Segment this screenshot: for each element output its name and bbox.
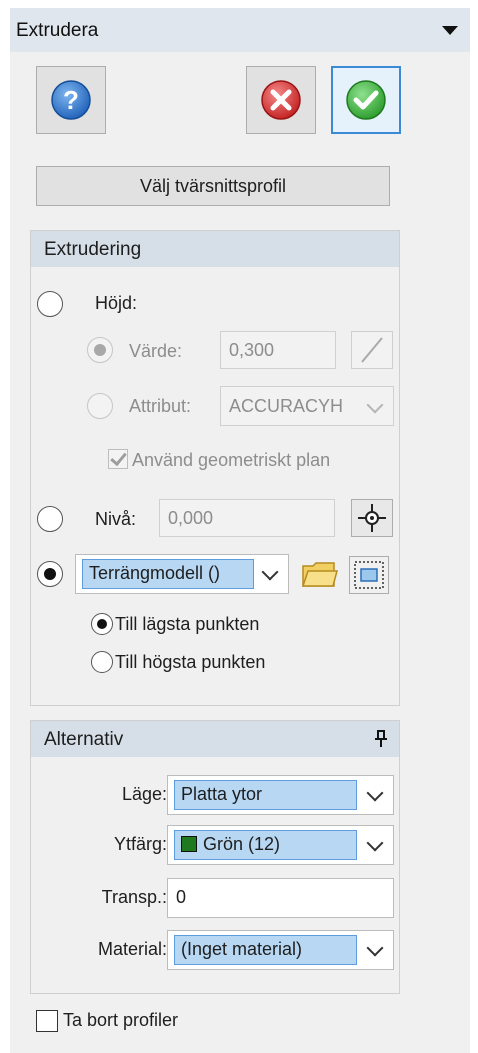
color-swatch [181, 836, 197, 852]
value-field[interactable]: 0,300 [220, 331, 336, 369]
help-icon: ? [51, 80, 91, 120]
terrain-model-value: Terrängmodell () [82, 559, 254, 589]
remove-profiles-label: Ta bort profiler [63, 1010, 179, 1030]
pick-height-button[interactable] [351, 331, 393, 369]
transp-field[interactable]: 0 [167, 878, 394, 918]
extrusion-group: Extrudering Höjd: Värde: 0,300 Attribut:… [30, 230, 400, 706]
cancel-icon [261, 80, 301, 120]
folder-icon [301, 562, 338, 587]
alternatives-header-label: Alternativ [44, 729, 124, 750]
line-measure-icon [361, 337, 383, 363]
surface-color-selection: Grön (12) [174, 830, 357, 860]
mode-combo[interactable]: Platta ytor [167, 775, 394, 815]
level-label: Nivå: [95, 509, 137, 529]
mode-value: Platta ytor [174, 780, 357, 810]
browse-terrain-button[interactable] [299, 556, 338, 592]
alternatives-header: Alternativ [31, 721, 399, 757]
highest-point-label: Till högsta punkten [115, 652, 266, 672]
ok-button[interactable] [331, 66, 401, 134]
extrude-panel: Extrudera ? Välj tvärsnittsprofil Extrud… [10, 8, 470, 1053]
lowest-point-label: Till lägsta punkten [115, 614, 260, 634]
attribute-combo[interactable]: ACCURACYH [220, 386, 394, 426]
extrusion-header-label: Extrudering [44, 239, 142, 260]
panel-title: Extrudera [16, 20, 99, 41]
terrain-radio[interactable] [37, 561, 63, 587]
material-label: Material: [97, 939, 167, 959]
use-plane-label: Använd geometriskt plan [132, 450, 331, 470]
material-combo[interactable]: (Inget material) [167, 930, 394, 970]
pick-level-button[interactable] [351, 499, 393, 537]
selection-rectangle-icon [354, 561, 384, 589]
attribute-value: ACCURACYH [229, 396, 344, 416]
attribute-radio[interactable] [87, 393, 113, 419]
panel-menu-arrow-icon[interactable] [442, 26, 458, 35]
check-mark-icon [110, 448, 127, 467]
alternatives-group: Alternativ Läge: Platta ytor Ytfärg: Grö… [30, 720, 400, 994]
remove-profiles-checkbox[interactable] [36, 1010, 58, 1032]
material-chevron-down-icon [366, 939, 384, 957]
use-plane-checkbox[interactable] [108, 448, 128, 469]
cancel-button[interactable] [246, 66, 316, 134]
surface-color-label: Ytfärg: [113, 834, 167, 854]
surface-color-chevron-down-icon [366, 834, 384, 852]
material-value: (Inget material) [174, 935, 357, 965]
surface-color-value: Grön (12) [203, 834, 281, 854]
highest-point-radio[interactable] [91, 651, 113, 673]
surface-color-combo[interactable]: Grön (12) [167, 825, 394, 865]
pin-icon[interactable] [373, 729, 389, 749]
help-button[interactable]: ? [36, 66, 106, 134]
value-radio[interactable] [87, 337, 113, 363]
height-radio[interactable] [37, 291, 63, 317]
select-profile-button[interactable]: Välj tvärsnittsprofil [36, 166, 390, 206]
attribute-label: Attribut: [129, 396, 192, 416]
height-label: Höjd: [95, 293, 138, 313]
terrain-model-combo[interactable]: Terrängmodell () [75, 554, 289, 594]
attribute-chevron-down-icon [366, 396, 384, 414]
transp-label: Transp.: [101, 887, 167, 907]
svg-text:?: ? [63, 85, 79, 115]
mode-chevron-down-icon [366, 784, 384, 802]
ok-check-icon [346, 80, 386, 120]
lowest-point-radio[interactable] [91, 613, 113, 635]
mode-label: Läge: [121, 784, 167, 804]
terrain-chevron-down-icon [261, 563, 279, 581]
level-field[interactable]: 0,000 [159, 499, 335, 537]
crosshair-icon [358, 504, 386, 532]
level-radio[interactable] [37, 506, 63, 532]
value-label: Värde: [129, 341, 183, 361]
select-area-button[interactable] [349, 556, 389, 594]
extrusion-header: Extrudering [31, 231, 399, 267]
panel-titlebar: Extrudera [10, 8, 470, 52]
